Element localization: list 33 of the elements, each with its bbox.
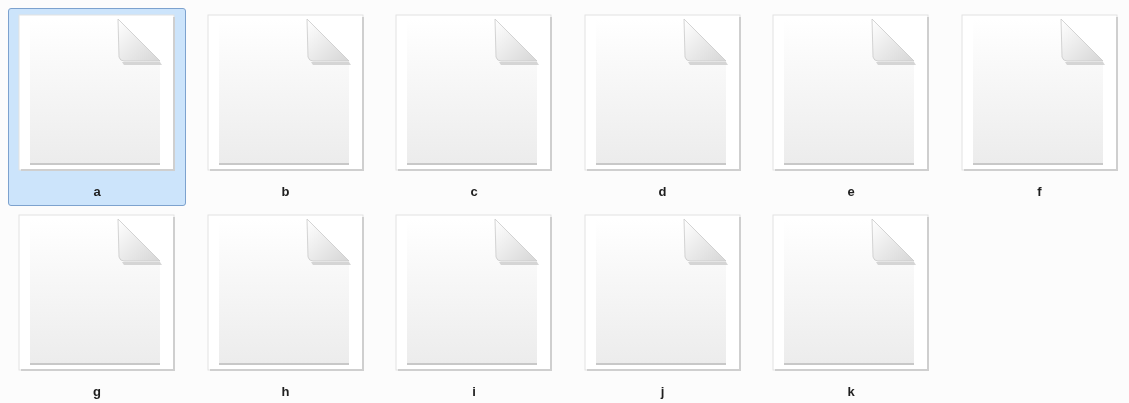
file-item[interactable]: e [762,8,940,206]
file-icon [583,214,742,372]
file-item[interactable]: g [8,208,186,403]
file-item[interactable]: b [196,8,375,206]
file-icon [395,14,553,172]
file-name: a [93,183,101,201]
file-name: j [660,383,665,401]
file-icon [772,214,930,372]
file-name: i [472,383,476,401]
file-name: f [1037,183,1042,201]
file-item[interactable]: i [385,208,563,403]
file-icon [960,14,1119,172]
file-item[interactable]: f [950,8,1129,206]
file-icon [18,214,176,372]
file-name: c [470,183,478,201]
file-name: d [658,183,667,201]
file-item[interactable]: d [573,8,752,206]
file-icon [772,14,930,172]
file-item[interactable]: h [196,208,375,403]
file-name: k [847,383,855,401]
file-item[interactable]: k [762,208,940,403]
file-icon [395,214,553,372]
file-icon [583,14,742,172]
file-name: b [281,183,290,201]
file-name: e [847,183,855,201]
file-icon [18,14,176,172]
file-name: h [281,383,290,401]
file-item[interactable]: a [8,8,186,206]
file-icon [206,214,365,372]
file-item[interactable]: j [573,208,752,403]
file-name: g [93,383,101,401]
file-item[interactable]: c [385,8,563,206]
file-icon [206,14,365,172]
